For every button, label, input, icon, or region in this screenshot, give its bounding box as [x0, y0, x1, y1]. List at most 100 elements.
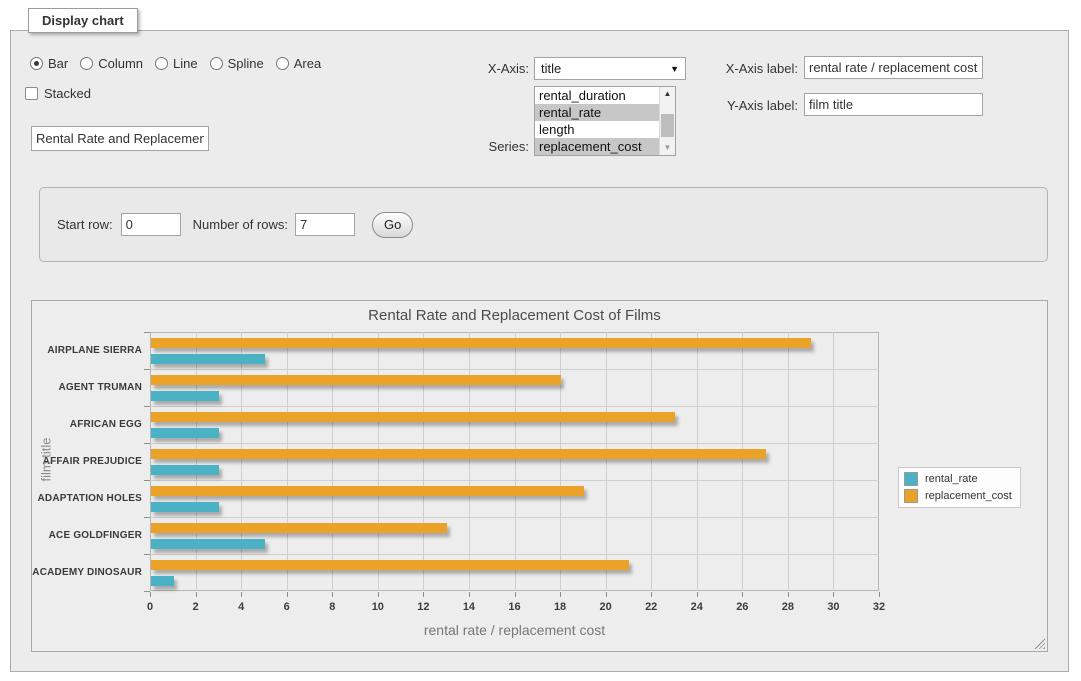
gridline-horizontal — [150, 369, 879, 370]
display-chart-tab: Display chart — [28, 8, 138, 33]
gridline-vertical — [378, 332, 379, 591]
x-axis-tick — [332, 592, 333, 597]
x-tick-label: 20 — [600, 601, 612, 613]
legend-label: replacement_cost — [925, 490, 1012, 502]
x-tick-label: 2 — [193, 601, 199, 613]
display-chart-tab-label: Display chart — [42, 13, 124, 28]
bar-rental_rate — [151, 465, 219, 475]
bar-replacement_cost — [151, 375, 561, 385]
resize-handle-icon[interactable] — [1034, 638, 1045, 649]
gridline-vertical — [833, 332, 834, 591]
x-axis-tick — [423, 592, 424, 597]
go-button[interactable]: Go — [372, 212, 413, 238]
x-tick-label: 30 — [827, 601, 839, 613]
number-of-rows-label: Number of rows: — [193, 217, 288, 232]
x-tick-label: 8 — [329, 601, 335, 613]
x-tick-label: 26 — [736, 601, 748, 613]
start-row-label: Start row: — [57, 217, 113, 232]
x-tick-label: 0 — [147, 601, 153, 613]
bar-rental_rate — [151, 354, 265, 364]
series-label: Series: — [11, 139, 529, 154]
series-option-replacement_cost[interactable]: replacement_cost — [535, 138, 659, 155]
x-axis-tick — [879, 592, 880, 597]
x-axis-tick — [287, 592, 288, 597]
y-axis-tick — [144, 332, 150, 333]
y-category-label: AIRPLANE SIERRA — [32, 332, 142, 369]
bar-rental_rate — [151, 502, 219, 512]
legend-label: rental_rate — [925, 473, 978, 485]
display-chart-panel: BarColumnLineSplineArea Stacked X-Axis: … — [10, 30, 1069, 672]
y-axis-label-input[interactable] — [804, 93, 983, 116]
x-axis-tick — [697, 592, 698, 597]
x-axis-tick — [742, 592, 743, 597]
gridline-vertical — [606, 332, 607, 591]
x-tick-label: 22 — [645, 601, 657, 613]
gridline-vertical — [697, 332, 698, 591]
gridline-horizontal — [150, 480, 879, 481]
x-axis-label-input[interactable] — [804, 56, 983, 79]
x-axis-tick — [560, 592, 561, 597]
x-tick-label: 14 — [463, 601, 475, 613]
gridline-vertical — [241, 332, 242, 591]
y-axis-tick — [144, 591, 150, 592]
bar-replacement_cost — [151, 486, 584, 496]
gridline-vertical — [287, 332, 288, 591]
series-option-length[interactable]: length — [535, 121, 659, 138]
y-axis-tick — [144, 517, 150, 518]
y-category-label: ACADEMY DINOSAUR — [32, 554, 142, 591]
gridline-vertical — [332, 332, 333, 591]
x-tick-label: 24 — [691, 601, 703, 613]
start-row-input[interactable] — [121, 213, 181, 236]
chart-container: Rental Rate and Replacement Cost of Film… — [31, 300, 1048, 652]
x-tick-label: 18 — [554, 601, 566, 613]
x-tick-label: 10 — [372, 601, 384, 613]
legend-swatch — [904, 472, 918, 486]
y-axis-tick — [144, 554, 150, 555]
y-axis-title: film title — [39, 389, 54, 529]
bar-rental_rate — [151, 539, 265, 549]
x-tick-label: 6 — [284, 601, 290, 613]
x-axis-tick — [150, 592, 151, 597]
x-axis-tick — [833, 592, 834, 597]
gridline-vertical — [469, 332, 470, 591]
gridline-vertical — [651, 332, 652, 591]
gridline-horizontal — [150, 443, 879, 444]
x-axis-tick — [241, 592, 242, 597]
bar-rental_rate — [151, 391, 219, 401]
gridline-horizontal — [150, 406, 879, 407]
gridline-vertical — [788, 332, 789, 591]
gridline-horizontal — [150, 517, 879, 518]
series-multiselect[interactable]: rental_durationrental_ratelengthreplacem… — [534, 86, 676, 156]
x-axis-tick — [788, 592, 789, 597]
bar-rental_rate — [151, 576, 174, 586]
x-axis-title: rental rate / replacement cost — [150, 622, 879, 638]
scrollbar-thumb[interactable] — [661, 114, 674, 137]
x-axis-tick — [606, 592, 607, 597]
x-axis-tick — [196, 592, 197, 597]
y-axis-tick — [144, 443, 150, 444]
bar-replacement_cost — [151, 560, 629, 570]
chart-title: Rental Rate and Replacement Cost of Film… — [150, 307, 879, 324]
x-axis-tick — [651, 592, 652, 597]
gridline-horizontal — [150, 554, 879, 555]
x-axis-tick — [515, 592, 516, 597]
x-axis-tick — [378, 592, 379, 597]
y-axis-tick — [144, 480, 150, 481]
gridline-vertical — [742, 332, 743, 591]
x-tick-label: 12 — [417, 601, 429, 613]
chart-legend: rental_rate replacement_cost — [898, 467, 1021, 508]
x-axis-tick — [469, 592, 470, 597]
x-tick-label: 32 — [873, 601, 885, 613]
gridline-vertical — [560, 332, 561, 591]
gridline-vertical — [423, 332, 424, 591]
number-of-rows-input[interactable] — [295, 213, 355, 236]
y-axis-tick — [144, 406, 150, 407]
legend-item: replacement_cost — [904, 489, 1012, 503]
bar-rental_rate — [151, 428, 219, 438]
row-range-panel: Start row: Number of rows: Go — [39, 187, 1048, 262]
x-tick-label: 4 — [238, 601, 244, 613]
scroll-down-icon[interactable]: ▼ — [660, 141, 675, 155]
legend-item: rental_rate — [904, 472, 1012, 486]
y-axis-label-label: Y-Axis label: — [11, 98, 798, 113]
gridline-vertical — [515, 332, 516, 591]
